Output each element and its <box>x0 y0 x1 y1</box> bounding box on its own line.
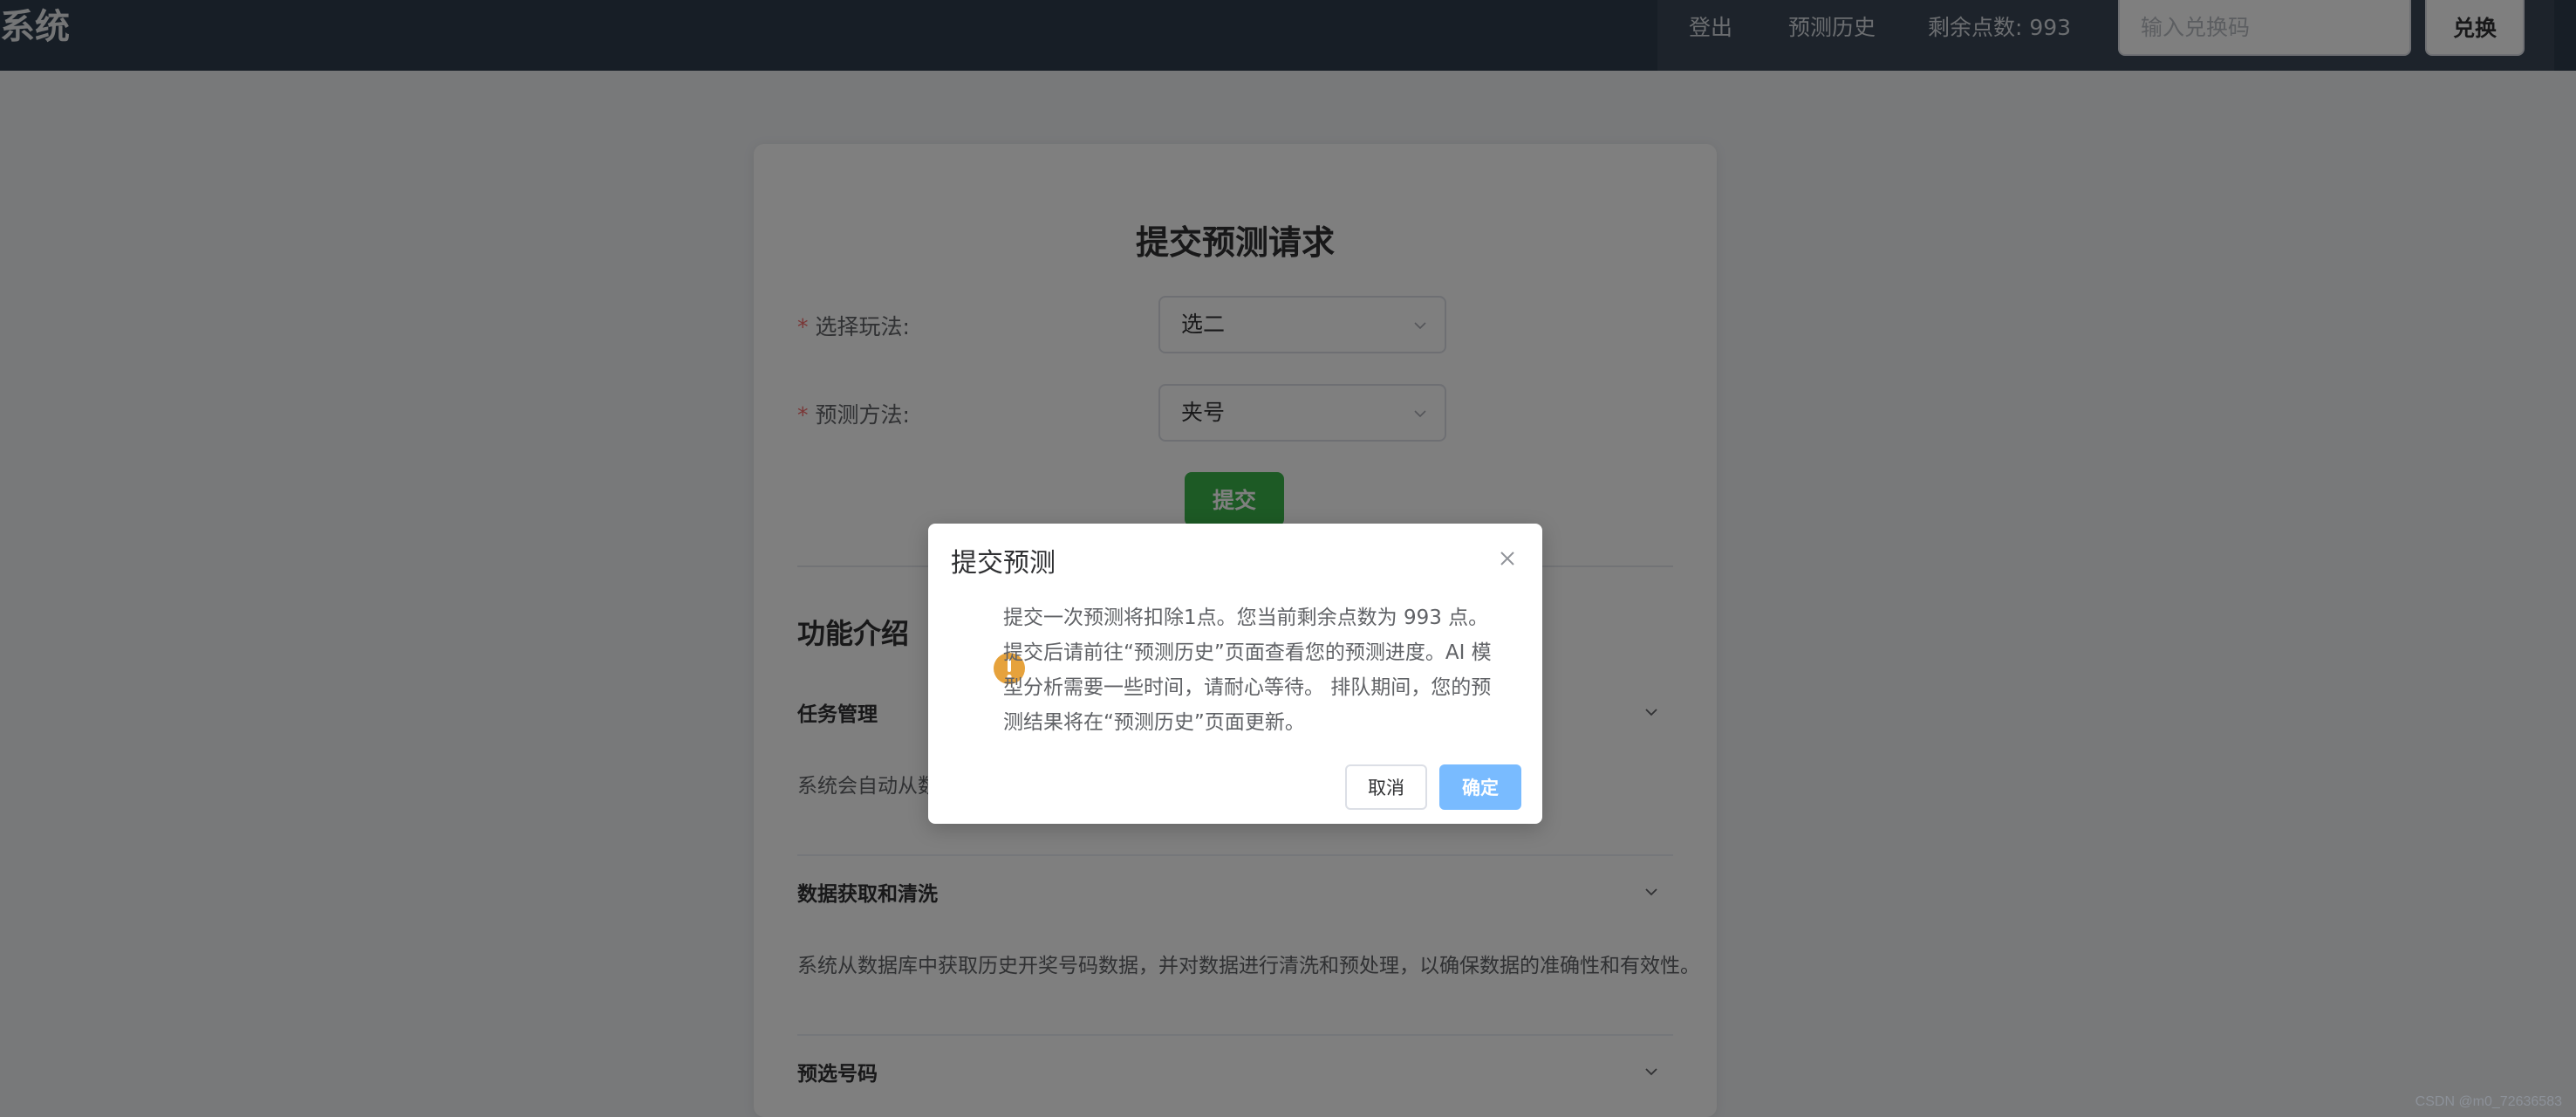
confirm-button[interactable]: 确定 <box>1439 764 1521 810</box>
dialog-title: 提交预测 <box>951 548 1056 579</box>
close-icon[interactable] <box>1497 548 1518 569</box>
confirm-dialog: 提交预测 提交一次预测将扣除1点。您当前剩余点数为 993 点。 提交后请前往“… <box>928 524 1542 824</box>
cancel-button[interactable]: 取消 <box>1345 764 1427 810</box>
watermark: CSDN @m0_72636583 <box>2415 1094 2562 1109</box>
dialog-message: 提交一次预测将扣除1点。您当前剩余点数为 993 点。 提交后请前往“预测历史”… <box>1003 606 1492 734</box>
